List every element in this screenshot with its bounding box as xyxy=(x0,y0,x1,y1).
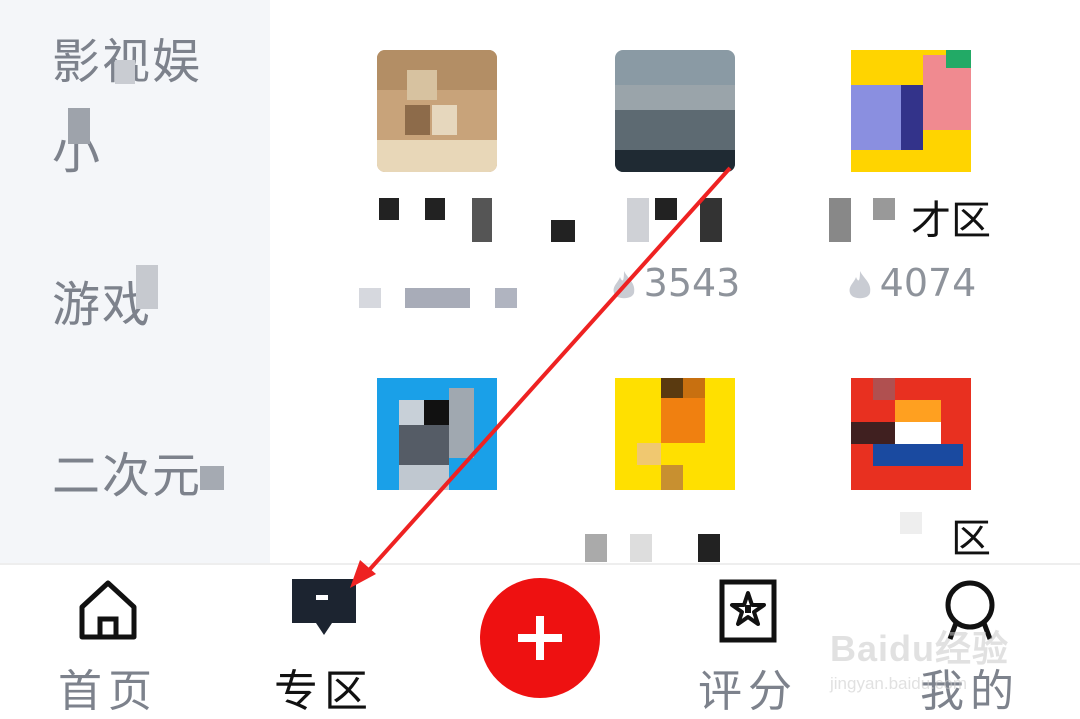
tab-zone[interactable]: 专区 xyxy=(224,565,424,717)
star-badge-icon xyxy=(719,579,777,643)
zone-thumbnail xyxy=(377,378,497,490)
zone-thumbnail xyxy=(615,50,735,172)
tab-rate-label: 评分 xyxy=(698,666,798,717)
watermark: Baidu经验 jingyan.baidu.com xyxy=(830,620,1070,710)
zone-thumbnail xyxy=(851,378,971,490)
zone-heat-count: 4074 xyxy=(811,260,1011,306)
category-sidebar: 影视娱 小 游戏 二次元 xyxy=(0,0,270,563)
zone-card[interactable]: 区 xyxy=(811,378,1011,566)
home-icon xyxy=(79,580,137,640)
zone-heat-value: 3543 xyxy=(643,261,741,305)
chat-bubble-icon xyxy=(292,579,356,635)
zone-card[interactable]: 才区 4074 xyxy=(811,50,1011,306)
zone-heat-value: 4074 xyxy=(879,261,977,305)
zone-card[interactable]: 3543 xyxy=(551,50,775,306)
flame-icon xyxy=(849,270,870,298)
tab-zone-label: 专区 xyxy=(274,666,374,717)
zone-thumbnail xyxy=(615,378,735,490)
tab-home-label: 首页 xyxy=(58,666,158,717)
sidebar-item-anime[interactable]: 二次元 xyxy=(52,436,202,506)
tab-rate[interactable]: 评分 xyxy=(648,565,848,717)
watermark-brand: Baidu经验 xyxy=(830,628,1010,669)
zone-card[interactable] xyxy=(337,50,537,308)
plus-icon xyxy=(518,616,562,660)
zone-card[interactable] xyxy=(337,378,537,566)
zone-thumbnail xyxy=(851,50,971,172)
zone-heat-count: 3543 xyxy=(575,260,775,306)
zone-grid: 3543 才区 4074 区 xyxy=(270,0,1080,563)
flame-icon xyxy=(613,270,634,298)
add-button[interactable] xyxy=(480,578,600,698)
watermark-url: jingyan.baidu.com xyxy=(830,674,968,693)
tab-home[interactable]: 首页 xyxy=(8,565,208,717)
zone-thumbnail xyxy=(377,50,497,172)
zone-name xyxy=(337,512,537,566)
